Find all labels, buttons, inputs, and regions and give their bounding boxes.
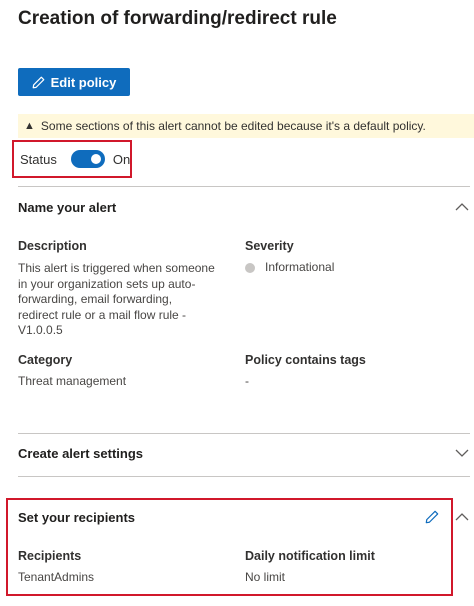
tags-label: Policy contains tags bbox=[245, 353, 366, 367]
section-divider bbox=[18, 476, 470, 477]
chevron-up-icon[interactable] bbox=[455, 512, 469, 522]
description-value: This alert is triggered when someone in … bbox=[18, 261, 228, 339]
severity-dot-icon bbox=[245, 263, 255, 273]
section-title-name-alert: Name your alert bbox=[18, 200, 117, 215]
description-label: Description bbox=[18, 239, 87, 253]
description-line: V1.0.0.5 bbox=[18, 323, 63, 337]
section-title-recipients: Set your recipients bbox=[18, 510, 136, 525]
section-divider bbox=[18, 433, 470, 434]
section-divider bbox=[18, 186, 470, 187]
category-value: Threat management bbox=[18, 374, 127, 388]
category-label: Category bbox=[18, 353, 73, 367]
status-row: Status On bbox=[20, 150, 130, 168]
pencil-icon[interactable] bbox=[425, 510, 439, 524]
chevron-up-icon[interactable] bbox=[455, 202, 469, 212]
recipients-label: Recipients bbox=[18, 549, 82, 563]
description-line: in your organization sets up auto- bbox=[18, 276, 196, 291]
severity-label: Severity bbox=[245, 239, 294, 253]
chevron-down-icon[interactable] bbox=[455, 448, 469, 458]
warning-text: Some sections of this alert cannot be ed… bbox=[40, 119, 426, 133]
default-policy-warning: ▲ Some sections of this alert cannot be … bbox=[18, 114, 474, 138]
limit-label: Daily notification limit bbox=[245, 549, 375, 563]
pencil-icon bbox=[32, 76, 45, 88]
description-line: forwarding, email forwarding, bbox=[18, 292, 173, 306]
tags-value: - bbox=[245, 374, 249, 388]
page-title: Creation of forwarding/redirect rule bbox=[18, 8, 337, 29]
description-line: redirect rule or a mail flow rule - bbox=[18, 307, 187, 322]
severity-value: Informational bbox=[265, 260, 335, 274]
limit-value: No limit bbox=[245, 570, 286, 584]
edit-policy-label: Edit policy bbox=[50, 74, 117, 90]
warning-icon: ▲ bbox=[24, 120, 35, 132]
status-toggle[interactable] bbox=[70, 150, 105, 168]
status-label: Status bbox=[20, 151, 57, 167]
status-value: On bbox=[112, 151, 131, 167]
recipients-value: TenantAdmins bbox=[18, 570, 95, 584]
description-line: This alert is triggered when someone bbox=[18, 261, 215, 275]
section-title-alert-settings: Create alert settings bbox=[18, 446, 143, 461]
edit-policy-button[interactable]: Edit policy bbox=[18, 68, 130, 96]
